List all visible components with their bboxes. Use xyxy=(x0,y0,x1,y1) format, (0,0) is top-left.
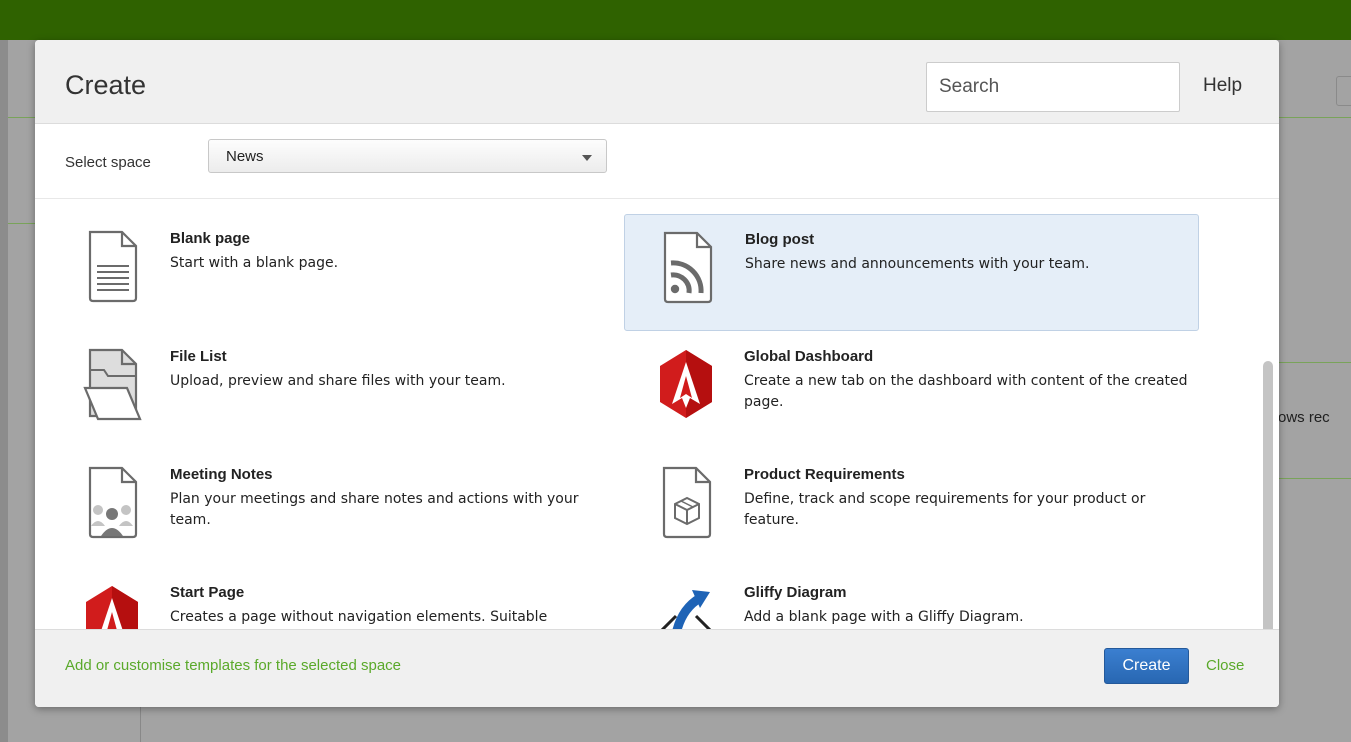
product-box-icon xyxy=(662,466,712,539)
background-divider xyxy=(8,117,35,118)
template-title: Product Requirements xyxy=(744,466,905,483)
blank-page-icon xyxy=(88,230,138,303)
search-input[interactable] xyxy=(926,62,1180,112)
chevron-down-icon xyxy=(582,155,592,161)
space-selector-row: Select space News xyxy=(35,124,1279,199)
template-start-page[interactable]: Start Page Creates a page without naviga… xyxy=(50,568,625,629)
dialog-header: Create Help xyxy=(35,40,1279,124)
help-link[interactable]: Help xyxy=(1203,75,1242,97)
space-select-value: News xyxy=(226,148,264,165)
template-description: Plan your meetings and share notes and a… xyxy=(170,491,579,528)
background-divider xyxy=(140,707,141,742)
template-description: Define, track and scope requirements for… xyxy=(744,491,1146,528)
space-select[interactable]: News xyxy=(208,139,607,173)
template-title: File List xyxy=(170,348,227,365)
folder-icon xyxy=(83,348,142,421)
create-button[interactable]: Create xyxy=(1104,648,1189,684)
template-global-dashboard[interactable]: Global Dashboard Create a new tab on the… xyxy=(624,332,1199,449)
background-divider xyxy=(1279,117,1351,118)
template-description: Share news and announcements with your t… xyxy=(745,256,1090,272)
template-meeting-notes[interactable]: Meeting Notes Plan your meetings and sha… xyxy=(50,450,625,567)
template-list: Blank page Start with a blank page. Blog… xyxy=(35,199,1279,629)
template-description: Creates a page without navigation elemen… xyxy=(170,609,548,625)
close-link[interactable]: Close xyxy=(1206,657,1244,674)
customise-templates-link[interactable]: Add or customise templates for the selec… xyxy=(65,657,401,674)
background-divider xyxy=(1279,478,1351,479)
template-description: Add a blank page with a Gliffy Diagram. xyxy=(744,609,1024,625)
template-product-requirements[interactable]: Product Requirements Define, track and s… xyxy=(624,450,1199,567)
start-page-hexagon-icon xyxy=(86,586,138,629)
dialog-title: Create xyxy=(65,70,147,100)
app-header-bar xyxy=(0,0,1351,40)
template-title: Gliffy Diagram xyxy=(744,584,847,601)
background-partial-text: ows rec xyxy=(1278,409,1330,426)
template-description: Create a new tab on the dashboard with c… xyxy=(744,373,1188,410)
template-description: Upload, preview and share files with you… xyxy=(170,373,506,389)
background-divider xyxy=(8,223,35,224)
template-list-scrollbar[interactable] xyxy=(1263,361,1273,629)
meeting-people-icon xyxy=(88,466,138,539)
background-button xyxy=(1336,76,1351,106)
gliffy-icon xyxy=(660,590,712,629)
template-title: Global Dashboard xyxy=(744,348,874,365)
template-title: Blank page xyxy=(170,230,251,247)
template-title: Start Page xyxy=(170,584,245,601)
background-divider xyxy=(1279,362,1351,363)
create-dialog: Create Help Select space News Blank page… xyxy=(35,40,1279,707)
dashboard-hexagon-icon xyxy=(660,350,712,418)
template-description: Start with a blank page. xyxy=(170,255,339,271)
template-blank-page[interactable]: Blank page Start with a blank page. xyxy=(50,214,625,331)
template-gliffy-diagram[interactable]: Gliffy Diagram Add a blank page with a G… xyxy=(624,568,1199,629)
template-blog-post[interactable]: Blog post Share news and announcements w… xyxy=(624,214,1199,331)
template-title: Blog post xyxy=(745,231,815,248)
rss-icon xyxy=(663,231,713,304)
select-space-label: Select space xyxy=(65,154,151,171)
template-title: Meeting Notes xyxy=(170,466,273,483)
template-file-list[interactable]: File List Upload, preview and share file… xyxy=(50,332,625,449)
dialog-footer: Add or customise templates for the selec… xyxy=(35,629,1279,707)
